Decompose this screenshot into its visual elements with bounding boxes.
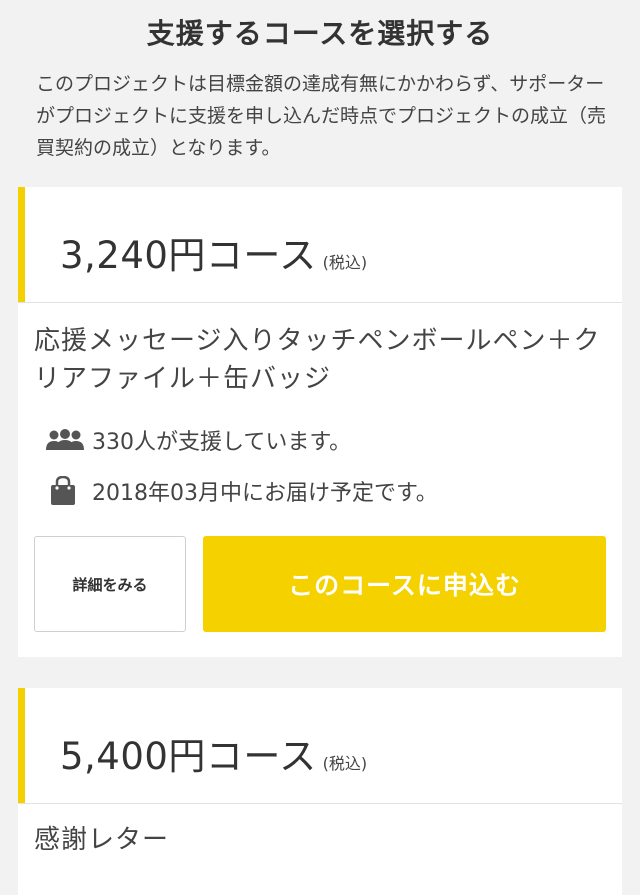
tax-label: (税込) <box>322 253 368 272</box>
section-title: 支援するコースを選択する <box>146 17 494 50</box>
supporter-count-text: 330人が支援しています。 <box>92 430 352 455</box>
course-card: 3,240円コース (税込) 応援メッセージ入りタッチペンボールペン＋クリアファイ… <box>18 187 622 657</box>
delivery-row: 2018年03月中にお届け予定です。 <box>46 475 438 507</box>
price-row: 5,400円コース (税込) <box>60 726 367 780</box>
accent-bar <box>18 187 25 302</box>
tax-label: (税込) <box>322 754 368 773</box>
view-details-button[interactable]: 詳細をみる <box>34 536 186 632</box>
course-header: 5,400円コース (税込) <box>18 688 622 804</box>
people-icon <box>46 425 84 455</box>
shopping-bag-icon <box>46 476 84 506</box>
course-price: 5,400円コース <box>60 735 317 778</box>
delivery-text: 2018年03月中にお届け予定です。 <box>92 481 438 506</box>
course-card: 5,400円コース (税込) 感謝レター <box>18 688 622 895</box>
course-price: 3,240円コース <box>60 234 317 277</box>
accent-bar <box>18 688 25 803</box>
project-notice: このプロジェクトは目標金額の達成有無にかかわらず、サポーターがプロジェクトに支援… <box>36 73 607 159</box>
apply-course-button[interactable]: このコースに申込む <box>203 536 606 632</box>
course-description: 応援メッセージ入りタッチペンボールペン＋クリアファイル＋缶バッジ <box>34 326 601 394</box>
supporter-count-row: 330人が支援しています。 <box>46 424 351 456</box>
course-selection-page: 支援するコースを選択する このプロジェクトは目標金額の達成有無にかかわらず、サポ… <box>0 0 640 895</box>
price-row: 3,240円コース (税込) <box>60 225 367 279</box>
course-description: 感謝レター <box>34 825 170 855</box>
course-header: 3,240円コース (税込) <box>18 187 622 303</box>
